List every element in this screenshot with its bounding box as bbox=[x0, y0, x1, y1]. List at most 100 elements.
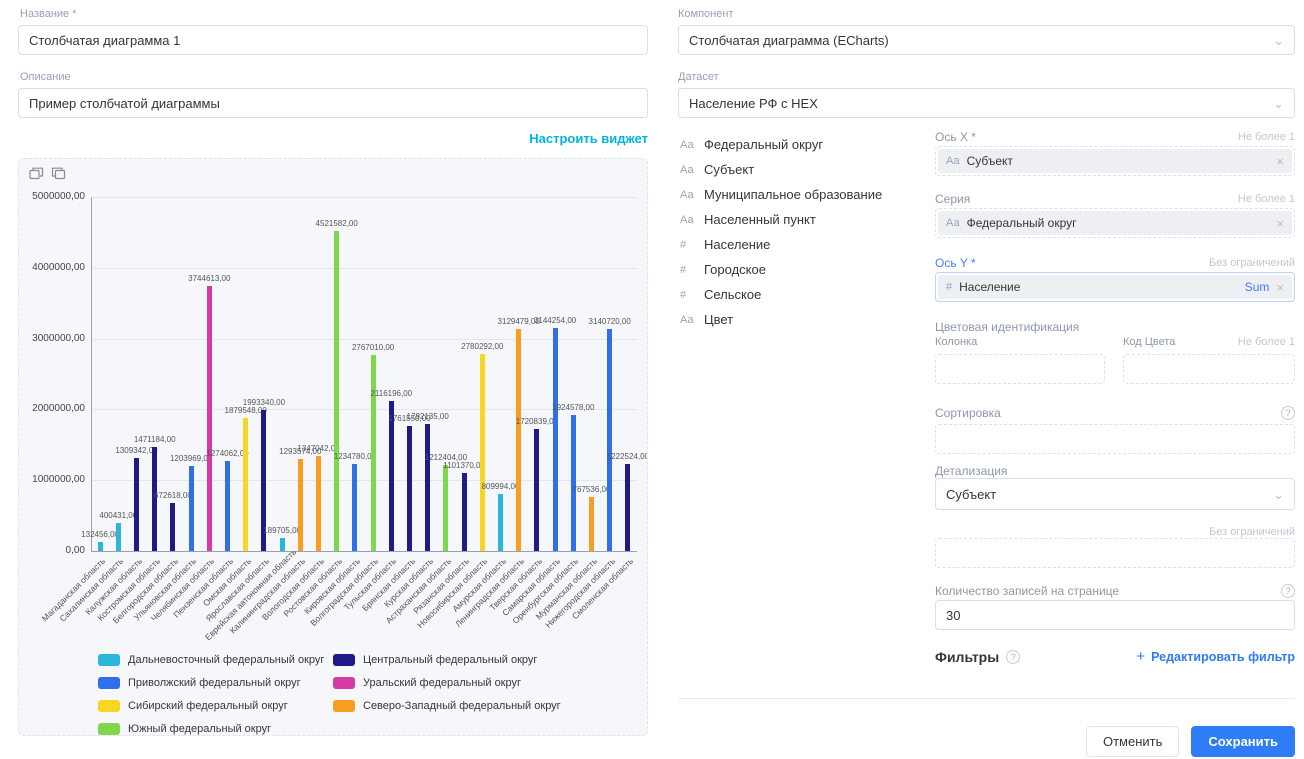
field-type-icon: # bbox=[680, 264, 696, 276]
y-axis-tick-label: 1000000,00 bbox=[19, 474, 85, 485]
legend-label: Уральский федеральный округ bbox=[363, 677, 521, 689]
widget-config-panel: Ось X * Не более 1 Аа Субъект × Серия Не… bbox=[935, 122, 1295, 759]
sorting-dropzone[interactable] bbox=[935, 424, 1295, 454]
field-type-icon: # bbox=[680, 239, 696, 251]
field-type-icon: Аа bbox=[680, 189, 696, 201]
series-chip[interactable]: Аа Федеральный округ × bbox=[938, 211, 1292, 235]
widget-editor-left: Название * Описание Настроить виджет 0,0… bbox=[18, 8, 648, 736]
aggregation-badge[interactable]: Sum bbox=[1245, 280, 1270, 294]
cancel-button[interactable]: Отменить bbox=[1086, 726, 1179, 757]
field-type-icon: # bbox=[680, 289, 696, 301]
remove-field-icon[interactable]: × bbox=[1276, 281, 1284, 294]
dataset-select[interactable]: Население РФ с HEX ⌄ bbox=[678, 88, 1295, 118]
chart-panel: 0,001000000,002000000,003000000,00400000… bbox=[18, 158, 648, 736]
gridline bbox=[91, 268, 637, 269]
gridline bbox=[91, 197, 637, 198]
dataset-field-item[interactable]: АаФедеральный округ bbox=[680, 136, 930, 153]
extra-dropzone[interactable] bbox=[935, 538, 1295, 568]
field-name: Сельское bbox=[704, 287, 761, 302]
legend-item[interactable]: Южный федеральный округ bbox=[98, 722, 333, 736]
field-name: Населенный пункт bbox=[704, 212, 816, 227]
bar bbox=[589, 497, 594, 551]
color-column-dropzone[interactable] bbox=[935, 354, 1105, 384]
field-type-icon: Аа bbox=[680, 164, 696, 176]
legend-item[interactable]: Приволжский федеральный округ bbox=[98, 676, 333, 690]
legend-swatch bbox=[333, 654, 355, 666]
bar-chart: 0,001000000,002000000,003000000,00400000… bbox=[19, 159, 647, 735]
legend-item[interactable]: Дальневосточный федеральный округ bbox=[98, 653, 333, 667]
legend-swatch bbox=[98, 654, 120, 666]
remove-field-icon[interactable]: × bbox=[1276, 217, 1284, 230]
field-name: Федеральный округ bbox=[704, 137, 823, 152]
dataset-field-item[interactable]: #Городское bbox=[680, 261, 930, 278]
dataset-field-item[interactable]: Аа Населенный пункт bbox=[680, 211, 930, 228]
color-ident-label: Цветовая идентификация bbox=[935, 320, 1079, 334]
component-select[interactable]: Столбчатая диаграмма (ECharts) ⌄ bbox=[678, 25, 1295, 55]
bar bbox=[316, 456, 321, 551]
dataset-field-item[interactable]: # Сельское bbox=[680, 286, 930, 303]
bar bbox=[498, 494, 503, 551]
bar bbox=[371, 355, 376, 551]
axis-x-chip-label: Субъект bbox=[967, 154, 1013, 168]
remove-field-icon[interactable]: × bbox=[1276, 155, 1284, 168]
edit-filter-link-label: Редактировать фильтр bbox=[1151, 650, 1295, 664]
field-type-icon: Аа bbox=[946, 217, 960, 229]
configure-widget-row: Настроить виджет bbox=[18, 130, 648, 146]
bar bbox=[625, 464, 630, 551]
help-icon[interactable]: ? bbox=[1006, 650, 1020, 664]
detail-select[interactable]: Субъект ⌄ bbox=[935, 478, 1295, 510]
axis-x-chip[interactable]: Аа Субъект × bbox=[938, 149, 1292, 173]
color-ident-limit: Не более 1 bbox=[1238, 336, 1295, 348]
save-button[interactable]: Сохранить bbox=[1191, 726, 1295, 757]
axis-y-chip[interactable]: # Население Sum × bbox=[938, 275, 1292, 299]
bar bbox=[280, 538, 285, 551]
axis-x-label: Ось X * bbox=[935, 130, 976, 144]
configure-widget-link[interactable]: Настроить виджет bbox=[529, 131, 648, 146]
dataset-field-item[interactable]: Аа Муниципальное образование bbox=[680, 186, 930, 203]
bar bbox=[207, 286, 212, 551]
bar bbox=[516, 329, 521, 551]
axis-x-dropzone[interactable]: Аа Субъект × bbox=[935, 146, 1295, 176]
field-name: Муниципальное образование bbox=[704, 187, 882, 202]
axis-y-row: Ось Y * Без ограничений bbox=[935, 256, 1295, 270]
y-axis-tick-label: 2000000,00 bbox=[19, 403, 85, 414]
dataset-field-item[interactable]: АаСубъект bbox=[680, 161, 930, 178]
legend-swatch bbox=[98, 700, 120, 712]
bar-value-label: 1274062,00 bbox=[196, 449, 260, 458]
y-axis-line bbox=[91, 197, 92, 551]
field-type-icon: Аа bbox=[680, 214, 696, 226]
bar-value-label: 1234780,00 bbox=[323, 452, 387, 461]
bar-value-label: 1993340,00 bbox=[232, 398, 296, 407]
bar-value-label: 1720839,00 bbox=[505, 417, 569, 426]
legend-item[interactable]: Центральный федеральный округ bbox=[333, 653, 568, 667]
footer-buttons: Отменить Сохранить bbox=[1086, 726, 1295, 757]
dataset-field-item[interactable]: АаЦвет bbox=[680, 311, 930, 328]
bar-value-label: 1101370,00 bbox=[432, 461, 496, 470]
legend-label: Дальневосточный федеральный округ bbox=[128, 654, 324, 666]
bar-value-label: 3140720,00 bbox=[578, 317, 642, 326]
legend-label: Сибирский федеральный округ bbox=[128, 700, 288, 712]
bar-value-label: 189705,00 bbox=[250, 526, 314, 535]
plus-icon: + bbox=[1136, 648, 1145, 665]
field-type-icon: Аа bbox=[946, 155, 960, 167]
color-code-dropzone[interactable] bbox=[1123, 354, 1295, 384]
description-input[interactable] bbox=[18, 88, 648, 118]
help-icon[interactable]: ? bbox=[1281, 584, 1295, 598]
help-icon[interactable]: ? bbox=[1281, 406, 1295, 420]
edit-filter-link[interactable]: + Редактировать фильтр bbox=[1136, 648, 1295, 665]
detail-label: Детализация bbox=[935, 464, 1007, 478]
axis-y-dropzone[interactable]: # Население Sum × bbox=[935, 272, 1295, 302]
name-input[interactable] bbox=[18, 25, 648, 55]
legend-label: Центральный федеральный округ bbox=[363, 654, 537, 666]
y-axis-tick-label: 5000000,00 bbox=[19, 191, 85, 202]
series-dropzone[interactable]: Аа Федеральный округ × bbox=[935, 208, 1295, 238]
legend-item[interactable]: Северо-Западный федеральный округ bbox=[333, 699, 568, 713]
legend-item[interactable]: Сибирский федеральный округ bbox=[98, 699, 333, 713]
axis-x-limit: Не более 1 bbox=[1238, 131, 1295, 143]
legend-item[interactable]: Уральский федеральный округ bbox=[333, 676, 568, 690]
field-type-icon: Аа bbox=[680, 314, 696, 326]
bar-value-label: 672618,00 bbox=[141, 491, 205, 500]
page-size-input[interactable] bbox=[935, 600, 1295, 630]
dataset-field-item[interactable]: #Население bbox=[680, 236, 930, 253]
bar bbox=[116, 523, 121, 551]
